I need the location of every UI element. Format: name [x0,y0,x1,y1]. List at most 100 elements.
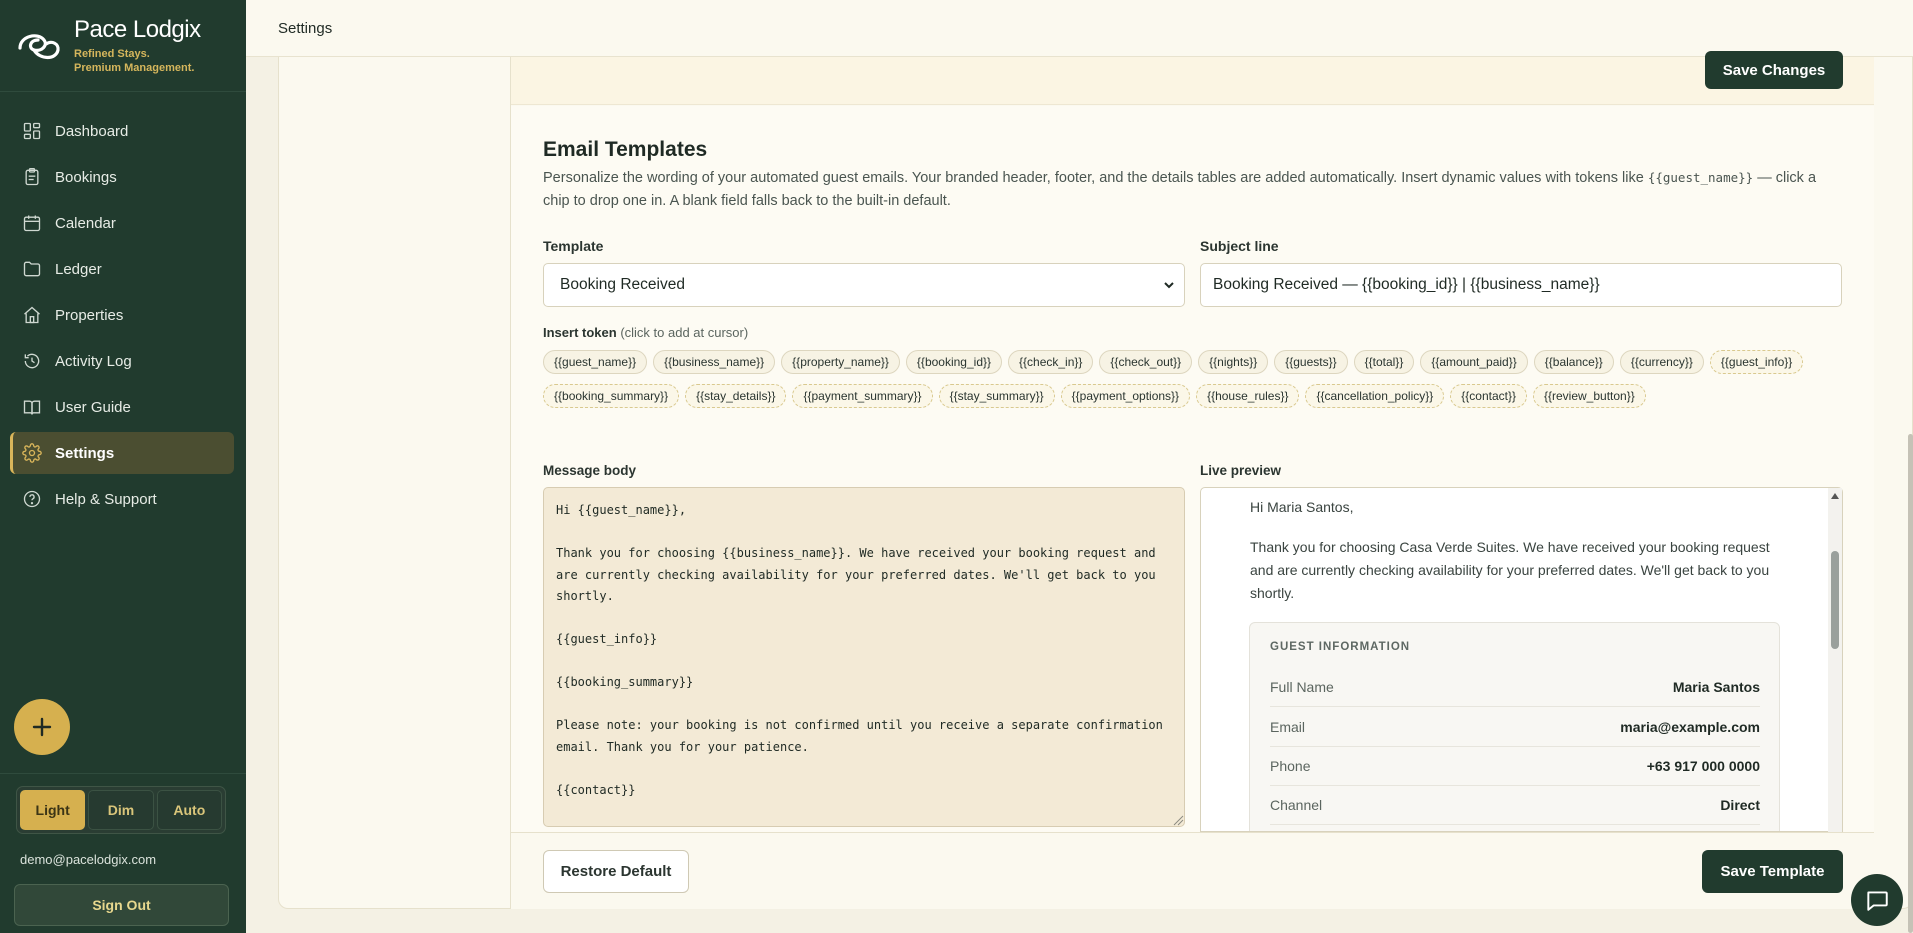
plus-icon [32,717,52,737]
sidebar-item-calendar[interactable]: Calendar [10,202,234,244]
token-chip[interactable]: {{balance}} [1533,350,1614,374]
page-scrollbar[interactable] [1908,434,1913,933]
scroll-up-arrow-icon[interactable] [1830,492,1840,500]
description-token: {{guest_name}} [1647,170,1754,185]
guest-info-value: +63 917 000 0000 [1646,758,1760,774]
theme-auto-button[interactable]: Auto [156,790,222,830]
insert-token-title: Insert token [543,325,617,340]
token-chip[interactable]: {{total}} [1353,350,1415,374]
token-chip[interactable]: {{check_in}} [1008,350,1094,374]
brand-tagline: Refined Stays. Premium Management. [74,47,201,75]
guest-info-key: Email [1270,719,1306,735]
token-chip[interactable]: {{contact}} [1450,384,1527,408]
preview-paragraph: Thank you for choosing Casa Verde Suites… [1250,539,1770,601]
template-actions-bar [511,832,1874,909]
description-text-1: Personalize the wording of your automate… [543,170,1648,186]
token-chip[interactable]: {{amount_paid}} [1420,350,1528,374]
token-chip[interactable]: {{stay_summary}} [938,384,1055,408]
sidebar-item-activity-log[interactable]: Activity Log [10,340,234,382]
sidebar-nav: Dashboard Bookings Calendar Ledger Prope… [0,110,246,520]
save-template-button[interactable]: Save Template [1702,850,1843,893]
folder-icon [23,261,41,277]
token-chip[interactable]: {{currency}} [1619,350,1704,374]
subject-label: Subject line [1200,238,1279,254]
token-chip[interactable]: {{cancellation_policy}} [1305,384,1445,408]
topbar: Settings [246,0,1913,57]
quick-add-button[interactable] [14,699,70,755]
previous-section [511,57,1874,105]
guest-info-value: maria@example.com [1620,719,1760,735]
guest-info-row: Full Name Maria Santos [1270,668,1760,707]
guest-info-key: Phone [1270,758,1311,774]
gear-icon [22,443,42,463]
message-body-label: Message body [543,463,637,478]
template-label: Template [543,238,604,254]
home-icon [24,306,40,324]
sidebar-item-label: Ledger [55,260,102,278]
chat-support-button[interactable] [1851,874,1903,926]
brand-name: Pace Lodgix [74,16,201,43]
sidebar-item-label: Bookings [55,168,117,186]
logo-icon [18,34,60,60]
guest-info-value: Maria Santos [1672,679,1760,695]
token-chip[interactable]: {{business_name}} [653,350,776,374]
template-select-value: Booking Received [560,276,685,293]
token-chip[interactable]: {{house_rules}} [1196,384,1300,408]
guest-information-box: GUEST INFORMATION Full Name Maria Santos… [1249,622,1780,831]
theme-light-button[interactable]: Light [20,790,86,830]
guest-info-row: Phone +63 917 000 0000 [1270,747,1760,786]
save-changes-button[interactable]: Save Changes [1705,51,1843,89]
chevron-down-icon [1164,282,1174,289]
token-chip[interactable]: {{payment_summary}} [792,384,933,408]
sidebar-item-label: User Guide [55,398,131,416]
sign-out-button[interactable]: Sign Out [14,884,229,926]
subject-input[interactable]: Booking Received — {{booking_id}} | {{bu… [1200,263,1842,307]
token-chip[interactable]: {{guests}} [1274,350,1348,374]
token-chip[interactable]: {{property_name}} [781,350,900,374]
token-chip[interactable]: {{guest_name}} [543,350,648,374]
guest-information-title: GUEST INFORMATION [1270,641,1411,653]
subject-input-value: Booking Received — {{booking_id}} | {{bu… [1213,276,1600,293]
template-select[interactable]: Booking Received [543,263,1185,307]
guest-info-key: Full Name [1270,679,1334,695]
preview-scrollbar-thumb[interactable] [1831,551,1839,649]
brand-tagline-line-1: Refined Stays. [74,48,150,60]
token-chip[interactable]: {{guest_info}} [1709,350,1804,374]
sidebar-item-user-guide[interactable]: User Guide [10,386,234,428]
brand-tagline-line-2: Premium Management. [74,62,195,74]
sidebar-item-properties[interactable]: Properties [10,294,234,336]
restore-default-button[interactable]: Restore Default [543,850,689,893]
sidebar-item-label: Help & Support [55,490,157,508]
token-chip[interactable]: {{stay_details}} [685,384,787,408]
clipboard-icon [25,168,39,186]
token-chip[interactable]: {{booking_summary}} [543,384,680,408]
token-chips: {{guest_name}} {{business_name}} {{propert… [543,350,1843,408]
token-chip[interactable]: {{check_out}} [1099,350,1193,374]
token-chip[interactable]: {{review_button}} [1532,384,1646,408]
book-icon [23,400,41,415]
preview-scrollbar[interactable] [1828,488,1842,832]
sidebar-item-ledger[interactable]: Ledger [10,248,234,290]
resize-handle-icon[interactable] [1172,814,1184,826]
brand: Pace Lodgix Refined Stays. Premium Manag… [0,0,246,92]
guest-info-row: Email maria@example.com [1270,708,1760,747]
sidebar-item-dashboard[interactable]: Dashboard [10,110,234,152]
section-title: Email Templates [543,138,708,161]
insert-token-label: Insert token (click to add at cursor) [543,325,748,340]
guest-info-value: Direct [1720,797,1760,813]
help-icon [23,490,41,508]
message-body-textarea[interactable]: Hi {{guest_name}}, Thank you for choosin… [543,487,1185,827]
insert-token-hint: (click to add at cursor) [620,325,749,340]
section-description: Personalize the wording of your automate… [543,166,1843,213]
dashboard-icon [23,122,41,140]
sidebar-item-bookings[interactable]: Bookings [10,156,234,198]
sidebar-item-settings[interactable]: Settings [10,432,234,474]
sidebar: Pace Lodgix Refined Stays. Premium Manag… [0,0,246,933]
token-chip[interactable]: {{payment_options}} [1060,384,1191,408]
chat-icon [1867,891,1888,911]
guest-info-key: Channel [1270,797,1323,813]
token-chip[interactable]: {{nights}} [1198,350,1269,374]
token-chip[interactable]: {{booking_id}} [905,350,1003,374]
sidebar-item-help-support[interactable]: Help & Support [10,478,234,520]
theme-dim-button[interactable]: Dim [88,790,154,830]
